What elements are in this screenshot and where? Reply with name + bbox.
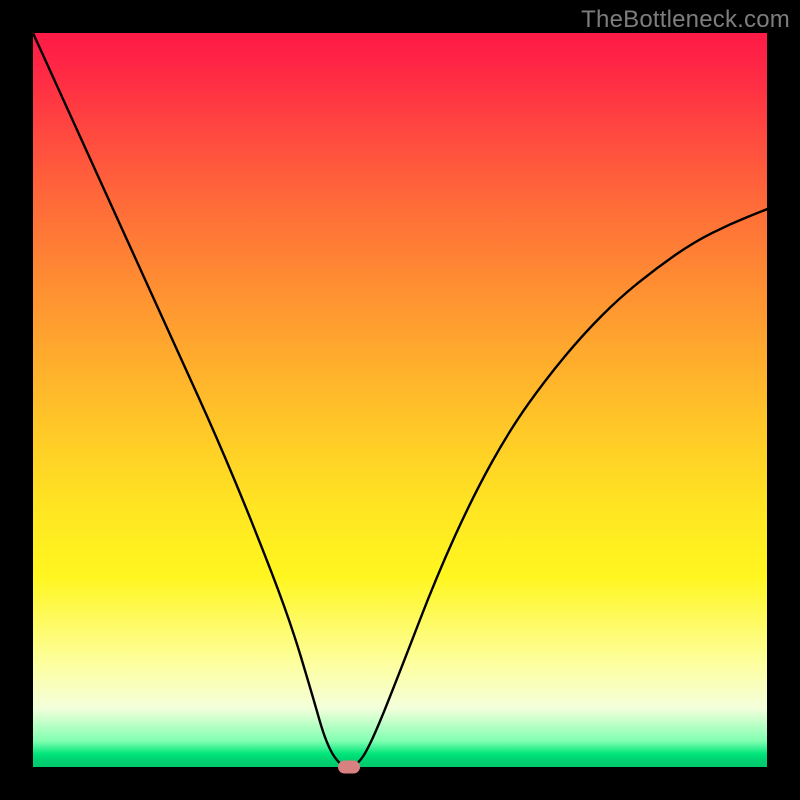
minimum-marker <box>338 761 360 774</box>
plot-area <box>33 33 767 767</box>
bottleneck-curve <box>33 33 767 767</box>
chart-frame: TheBottleneck.com <box>0 0 800 800</box>
watermark-text: TheBottleneck.com <box>581 6 790 34</box>
